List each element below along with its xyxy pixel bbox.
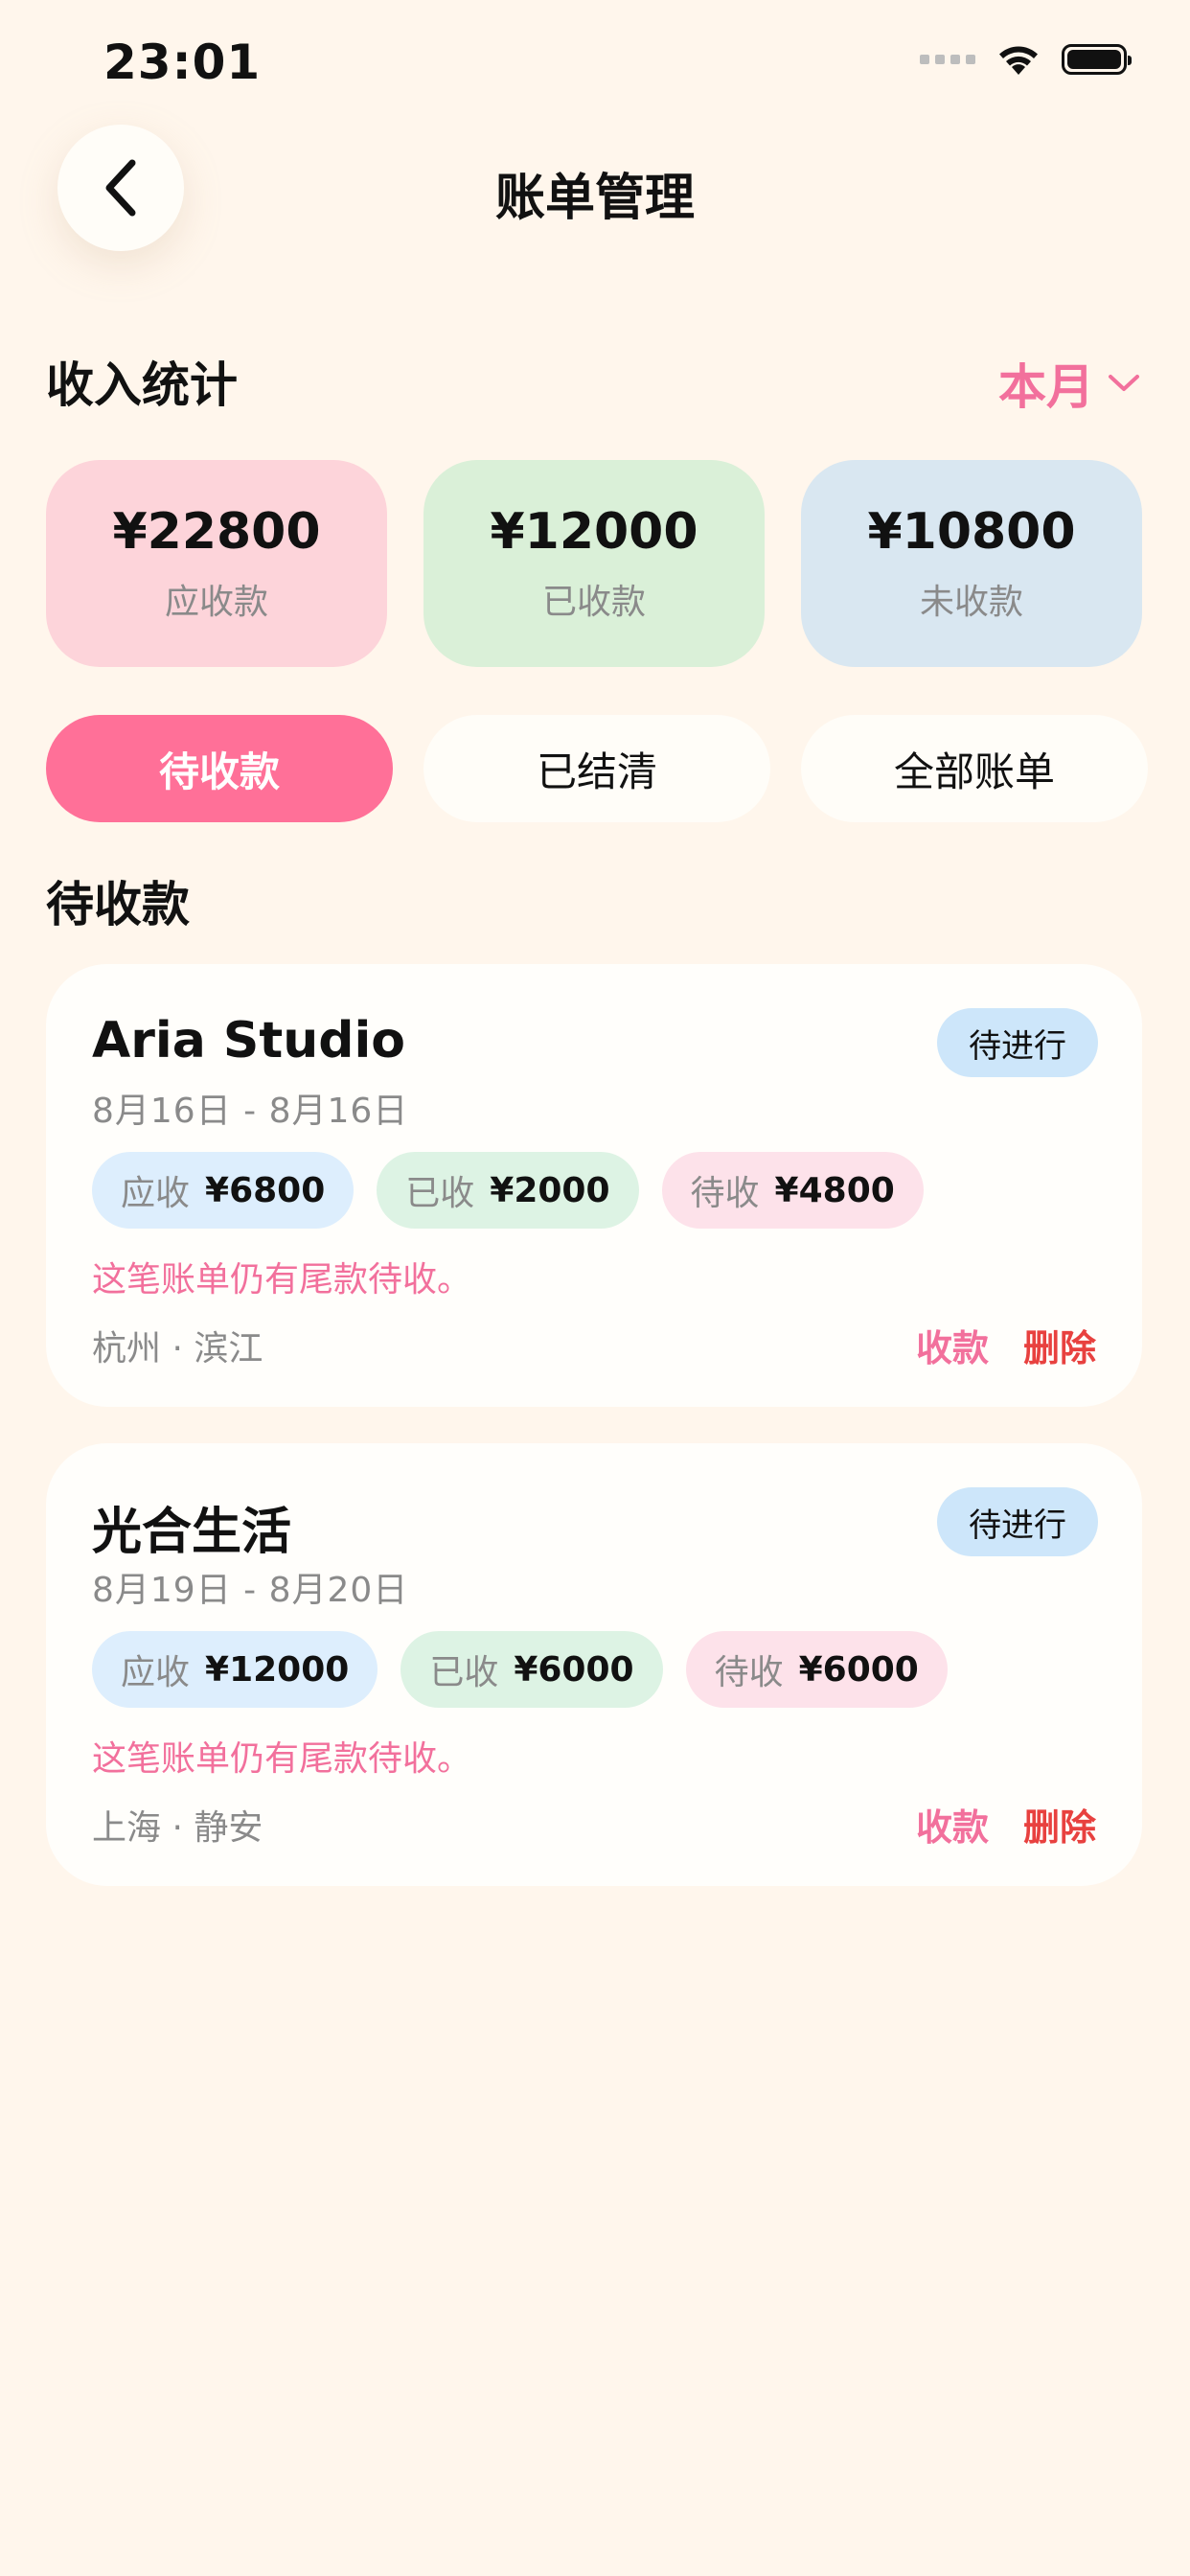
chevron-down-icon (1109, 375, 1139, 391)
collect-button[interactable]: 收款 (916, 1319, 989, 1371)
stat-label: 应收款 (164, 583, 268, 622)
stat-value: ¥12000 (490, 503, 698, 561)
tab-settled[interactable]: 已结清 (423, 715, 770, 822)
amount-label: 已收 (405, 1174, 475, 1213)
wifi-icon (996, 42, 1041, 77)
tab-pending[interactable]: 待收款 (46, 715, 393, 822)
amount-due-pill: 应收 ¥6800 (92, 1152, 355, 1229)
stat-label: 未收款 (919, 583, 1023, 622)
amount-label: 待收 (714, 1653, 784, 1692)
status-badge: 待进行 (937, 1008, 1098, 1077)
cellular-signal-icon (920, 55, 975, 64)
bill-name: 光合生活 (92, 1504, 292, 1561)
bill-card[interactable]: 光合生活 待进行 8月19日 - 8月20日 应收 ¥12000 已收 ¥600… (46, 1443, 1142, 1886)
filter-tabs: 待收款 已结清 全部账单 (46, 715, 1148, 822)
bill-actions: 收款 删除 (916, 1798, 1096, 1851)
amount-value: ¥2000 (490, 1170, 610, 1210)
stat-card-outstanding: ¥10800 未收款 (801, 460, 1142, 667)
bill-note: 这笔账单仍有尾款待收。 (92, 1260, 472, 1300)
amount-due-pill: 应收 ¥12000 (92, 1631, 378, 1708)
amount-label: 待收 (690, 1174, 760, 1213)
amount-value: ¥6000 (514, 1649, 634, 1690)
amount-pills: 应收 ¥12000 已收 ¥6000 待收 ¥6000 (92, 1631, 948, 1708)
bill-dates: 8月19日 - 8月20日 (92, 1571, 409, 1610)
delete-button[interactable]: 删除 (1023, 1798, 1096, 1851)
page-title: 账单管理 (494, 170, 695, 227)
stat-value: ¥22800 (112, 503, 321, 561)
amount-label: 已收 (429, 1653, 499, 1692)
amount-pending-pill: 待收 ¥4800 (661, 1152, 924, 1229)
period-label: 本月 (998, 359, 1094, 415)
delete-button[interactable]: 删除 (1023, 1319, 1096, 1371)
status-badge: 待进行 (937, 1487, 1098, 1556)
amount-value: ¥6000 (798, 1649, 919, 1690)
bill-dates: 8月16日 - 8月16日 (92, 1092, 409, 1131)
list-title: 待收款 (46, 877, 190, 932)
period-selector[interactable]: 本月 (998, 349, 1140, 418)
amount-paid-pill: 已收 ¥6000 (400, 1631, 663, 1708)
amount-label: 应收 (121, 1174, 191, 1213)
bill-note: 这笔账单仍有尾款待收。 (92, 1739, 472, 1779)
battery-icon (1062, 44, 1132, 75)
amount-value: ¥6800 (205, 1170, 326, 1210)
amount-pills: 应收 ¥6800 已收 ¥2000 待收 ¥4800 (92, 1152, 924, 1229)
stat-card-receivable: ¥22800 应收款 (46, 460, 387, 667)
bill-card[interactable]: Aria Studio 待进行 8月16日 - 8月16日 应收 ¥6800 已… (46, 964, 1142, 1407)
amount-pending-pill: 待收 ¥6000 (685, 1631, 948, 1708)
amount-label: 应收 (121, 1653, 191, 1692)
status-icons (920, 42, 1132, 77)
amount-paid-pill: 已收 ¥2000 (377, 1152, 639, 1229)
stats-row: ¥22800 应收款 ¥12000 已收款 ¥10800 未收款 (46, 460, 1142, 667)
stat-card-received: ¥12000 已收款 (423, 460, 765, 667)
bill-location: 上海 · 静安 (92, 1808, 263, 1848)
stat-value: ¥10800 (867, 503, 1076, 561)
bill-actions: 收款 删除 (916, 1319, 1096, 1371)
bill-name: Aria Studio (92, 1012, 406, 1070)
bill-location: 杭州 · 滨江 (92, 1329, 263, 1368)
tab-all-bills[interactable]: 全部账单 (801, 715, 1148, 822)
amount-value: ¥12000 (205, 1649, 350, 1690)
amount-value: ¥4800 (774, 1170, 895, 1210)
income-stats-title: 收入统计 (46, 357, 238, 413)
stat-label: 已收款 (541, 583, 646, 622)
status-time: 23:01 (103, 34, 262, 90)
collect-button[interactable]: 收款 (916, 1798, 989, 1851)
